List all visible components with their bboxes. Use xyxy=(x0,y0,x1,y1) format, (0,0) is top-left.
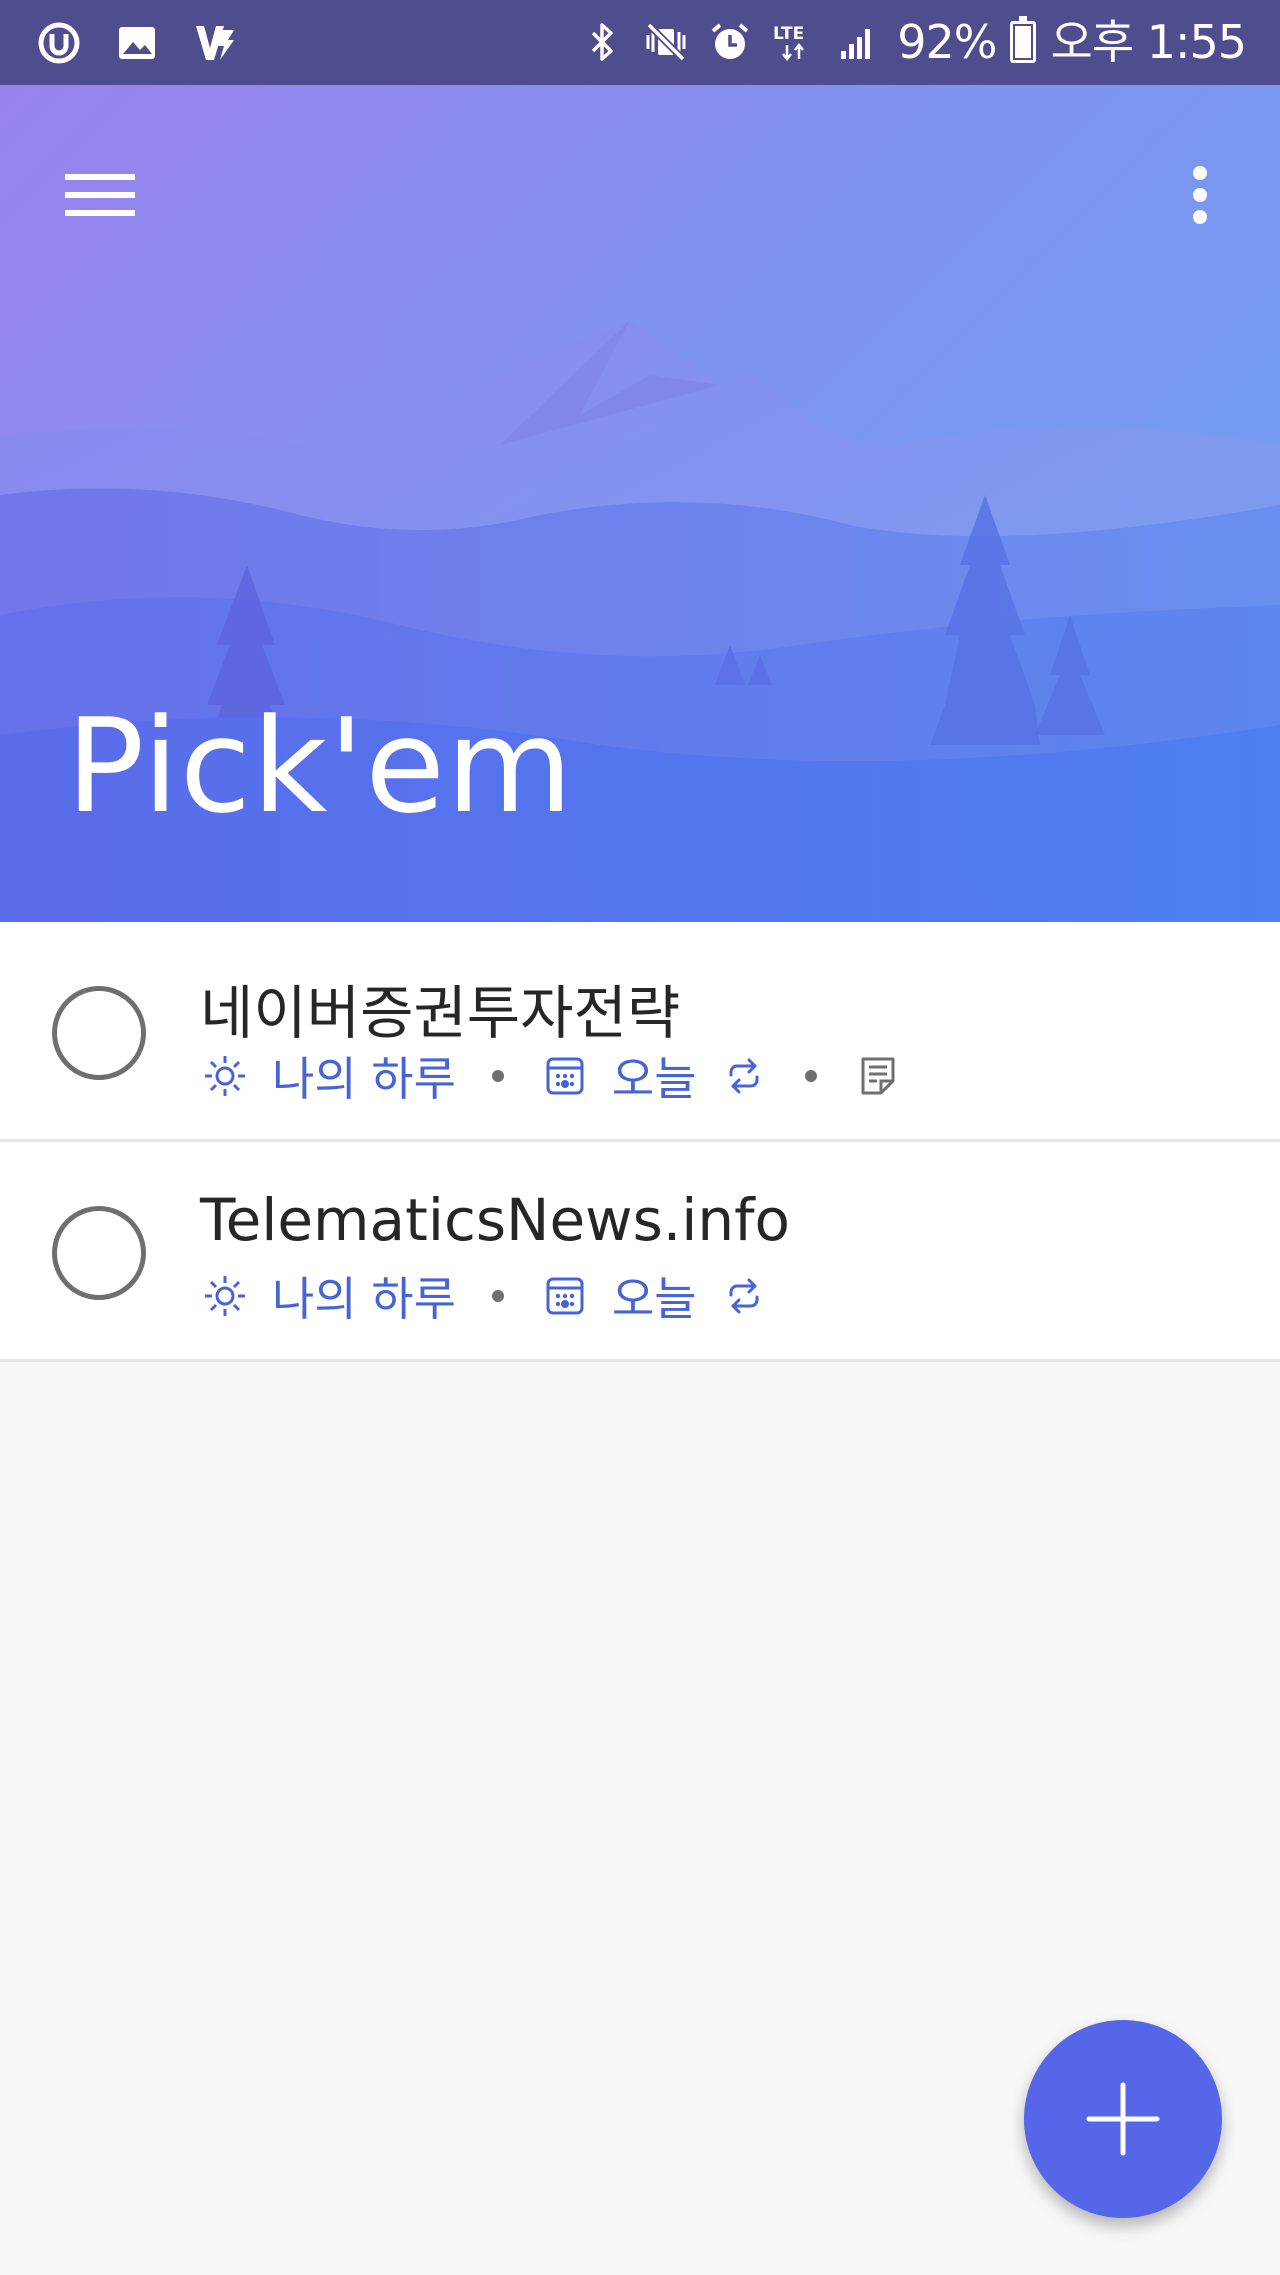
task-meta: 나의 하루 오늘 xyxy=(200,1046,903,1106)
task-row[interactable]: 네이버증권투자전략 나의 하루 오늘 xyxy=(0,922,1280,1142)
list-title[interactable]: Pick'em xyxy=(66,690,574,842)
task-meta: 나의 하루 오늘 xyxy=(200,1266,769,1326)
repeat-icon xyxy=(719,1051,769,1101)
note-icon xyxy=(853,1051,903,1101)
status-left-icons xyxy=(34,18,240,68)
bluetooth-icon xyxy=(577,17,627,67)
task-complete-checkbox[interactable] xyxy=(52,986,146,1080)
alarm-icon xyxy=(705,17,755,67)
status-right-icons: LTE 92% 오후 1:55 xyxy=(577,14,1247,70)
sun-icon xyxy=(200,1271,250,1321)
u-plus-icon xyxy=(34,18,84,68)
battery-icon xyxy=(1010,16,1037,63)
task-complete-checkbox[interactable] xyxy=(52,1206,146,1300)
status-time: 오후 1:55 xyxy=(1050,15,1247,69)
more-options-button[interactable] xyxy=(1160,145,1240,245)
my-day-label: 나의 하루 xyxy=(272,1052,456,1106)
task-title: TelematicsNews.info xyxy=(200,1186,790,1254)
hamburger-menu-button[interactable] xyxy=(50,145,150,245)
separator-dot xyxy=(491,1290,504,1302)
hamburger-menu-icon xyxy=(65,174,135,216)
sun-icon xyxy=(200,1051,250,1101)
signal-icon xyxy=(833,17,883,67)
calendar-icon xyxy=(540,1051,590,1101)
list-header: Pick'em xyxy=(0,85,1280,922)
task-title: 네이버증권투자전략 xyxy=(200,979,681,1047)
add-task-button[interactable] xyxy=(1024,2020,1222,2218)
task-list: 네이버증권투자전략 나의 하루 오늘 TelematicsNews.info 나… xyxy=(0,922,1280,1362)
more-vert-icon xyxy=(1193,166,1207,224)
task-row[interactable]: TelematicsNews.info 나의 하루 오늘 xyxy=(0,1142,1280,1362)
due-date-label: 오늘 xyxy=(611,1052,697,1106)
repeat-icon xyxy=(719,1271,769,1321)
separator-dot xyxy=(491,1070,504,1082)
status-bar: LTE 92% 오후 1:55 xyxy=(0,0,1280,85)
calendar-icon xyxy=(540,1271,590,1321)
vibrate-icon xyxy=(641,17,691,67)
my-day-label: 나의 하루 xyxy=(272,1272,456,1326)
due-date-label: 오늘 xyxy=(611,1272,697,1326)
v3-icon xyxy=(190,18,240,68)
lte-icon: LTE xyxy=(769,17,819,67)
separator-dot xyxy=(804,1070,817,1082)
battery-percent: 92% xyxy=(897,15,997,69)
lte-label: LTE xyxy=(773,24,804,44)
plus-icon xyxy=(1086,2082,1160,2156)
gallery-icon xyxy=(112,18,162,68)
